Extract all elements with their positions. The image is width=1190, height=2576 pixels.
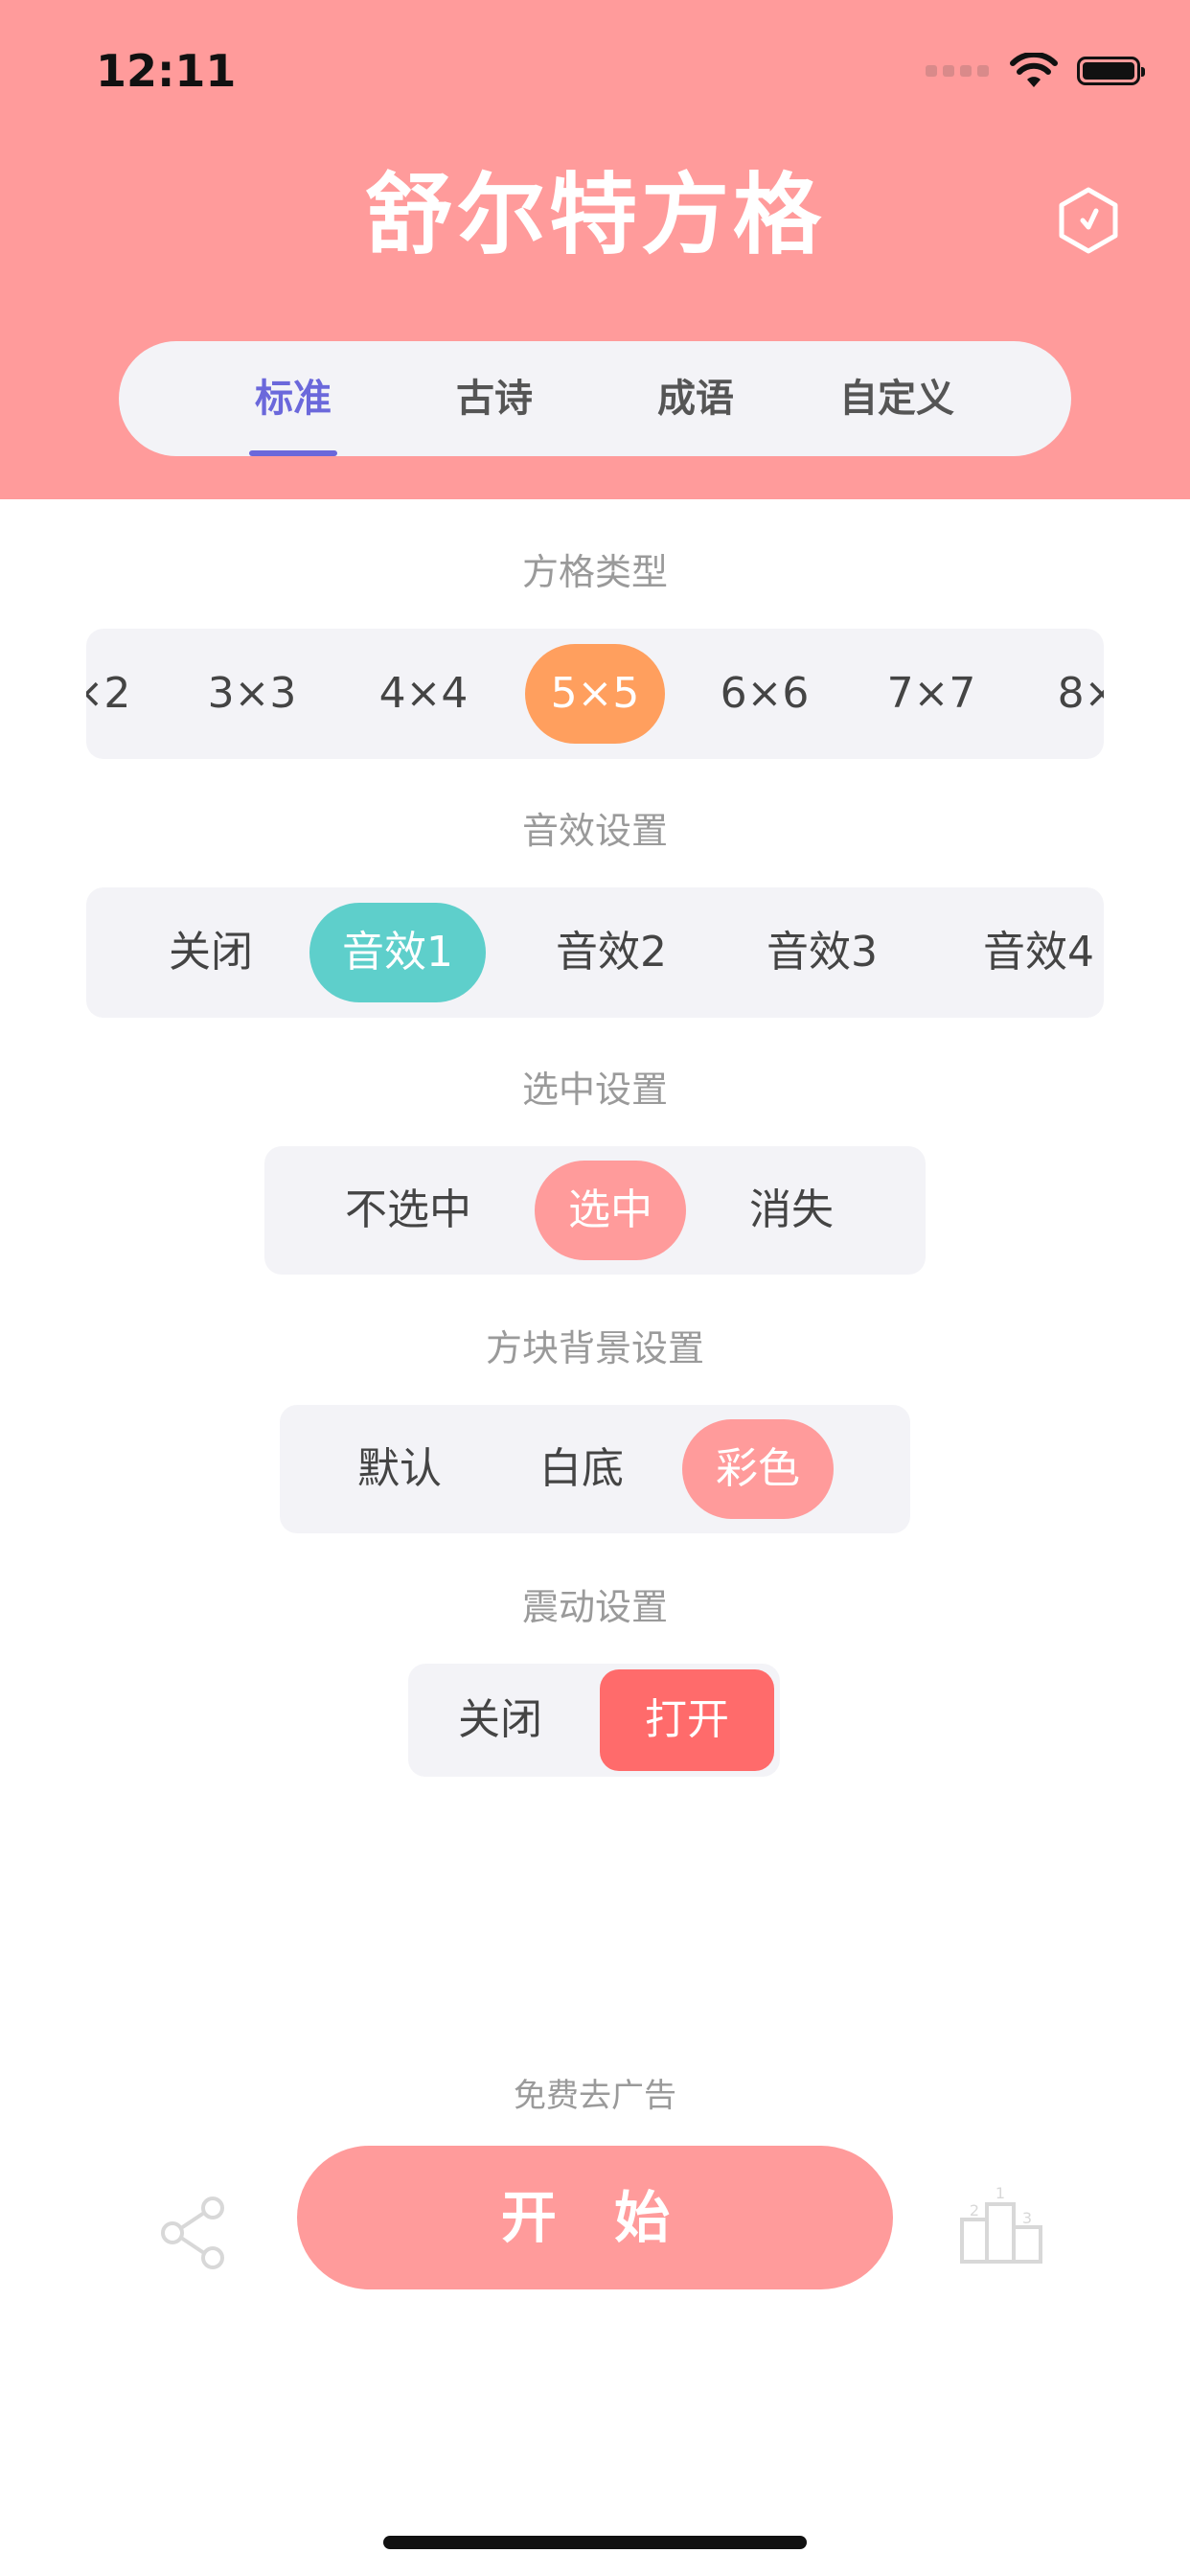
start-button[interactable]: 开 始: [297, 2146, 893, 2289]
vibration-option-off[interactable]: 关闭: [443, 1688, 558, 1753]
share-icon[interactable]: [159, 2195, 230, 2271]
vibration-label: 震动设置: [521, 1586, 668, 1628]
remove-ads-link[interactable]: 免费去广告: [0, 2073, 1190, 2119]
svg-text:3: 3: [1022, 2209, 1032, 2227]
header: 12:11 舒尔特方格 标准 古诗 成语 自定义: [0, 0, 1190, 499]
tab-custom[interactable]: 自定义: [830, 370, 964, 427]
tab-standard[interactable]: 标准: [226, 370, 360, 427]
tile-background-label: 方块背景设置: [485, 1327, 704, 1369]
grid-type-selector: 2×2 3×3 4×4 5×5 6×6 7×7 8×8: [86, 629, 1104, 759]
vibration-selector: 关闭 打开: [408, 1664, 780, 1777]
grid-option-4x4[interactable]: 4×4: [366, 661, 481, 726]
tile-background-selector: 默认 白底 彩色: [280, 1405, 910, 1533]
status-indicators: [926, 52, 1145, 90]
select-mode-selector: 不选中 选中 消失: [264, 1146, 926, 1275]
active-tab-indicator: [249, 450, 337, 456]
sound-label: 音效设置: [521, 810, 668, 852]
sound-option-1[interactable]: 音效1: [309, 903, 486, 1002]
wifi-icon: [1010, 53, 1058, 87]
home-indicator: [383, 2536, 807, 2549]
hexagon-check-icon[interactable]: [1054, 186, 1123, 255]
mode-tabs: 标准 古诗 成语 自定义: [119, 341, 1071, 456]
svg-text:1: 1: [995, 2184, 1005, 2202]
cellular-signal-icon: [926, 65, 989, 77]
bg-option-white[interactable]: 白底: [519, 1437, 644, 1502]
bg-option-default[interactable]: 默认: [337, 1437, 462, 1502]
grid-option-2x2[interactable]: 2×2: [86, 661, 144, 726]
select-option-none[interactable]: 不选中: [322, 1178, 494, 1243]
tab-poetry[interactable]: 古诗: [427, 370, 561, 427]
status-time: 12:11: [96, 45, 237, 97]
grid-option-3x3[interactable]: 3×3: [195, 661, 309, 726]
sound-option-2[interactable]: 音效2: [535, 920, 688, 985]
select-mode-label: 选中设置: [521, 1069, 668, 1111]
select-option-selected[interactable]: 选中: [535, 1161, 686, 1260]
sound-option-off[interactable]: 关闭: [144, 920, 278, 985]
bg-option-color[interactable]: 彩色: [682, 1419, 834, 1519]
svg-text:2: 2: [970, 2201, 979, 2220]
sound-selector: 关闭 音效1 音效2 音效3 音效4: [86, 887, 1104, 1018]
grid-option-7x7[interactable]: 7×7: [874, 661, 989, 726]
sound-option-4[interactable]: 音效4: [962, 920, 1104, 985]
app-title: 舒尔特方格: [364, 164, 825, 266]
vibration-option-on[interactable]: 打开: [600, 1669, 774, 1771]
grid-type-label: 方格类型: [521, 551, 668, 593]
grid-option-6x6[interactable]: 6×6: [707, 661, 822, 726]
tab-idiom[interactable]: 成语: [629, 370, 763, 427]
select-option-disappear[interactable]: 消失: [724, 1178, 858, 1243]
podium-icon[interactable]: 2 1 3: [958, 2183, 1044, 2266]
grid-option-5x5[interactable]: 5×5: [525, 644, 665, 744]
battery-icon: [1077, 57, 1145, 85]
grid-option-8x8[interactable]: 8×8: [1044, 661, 1104, 726]
sound-option-3[interactable]: 音效3: [745, 920, 899, 985]
